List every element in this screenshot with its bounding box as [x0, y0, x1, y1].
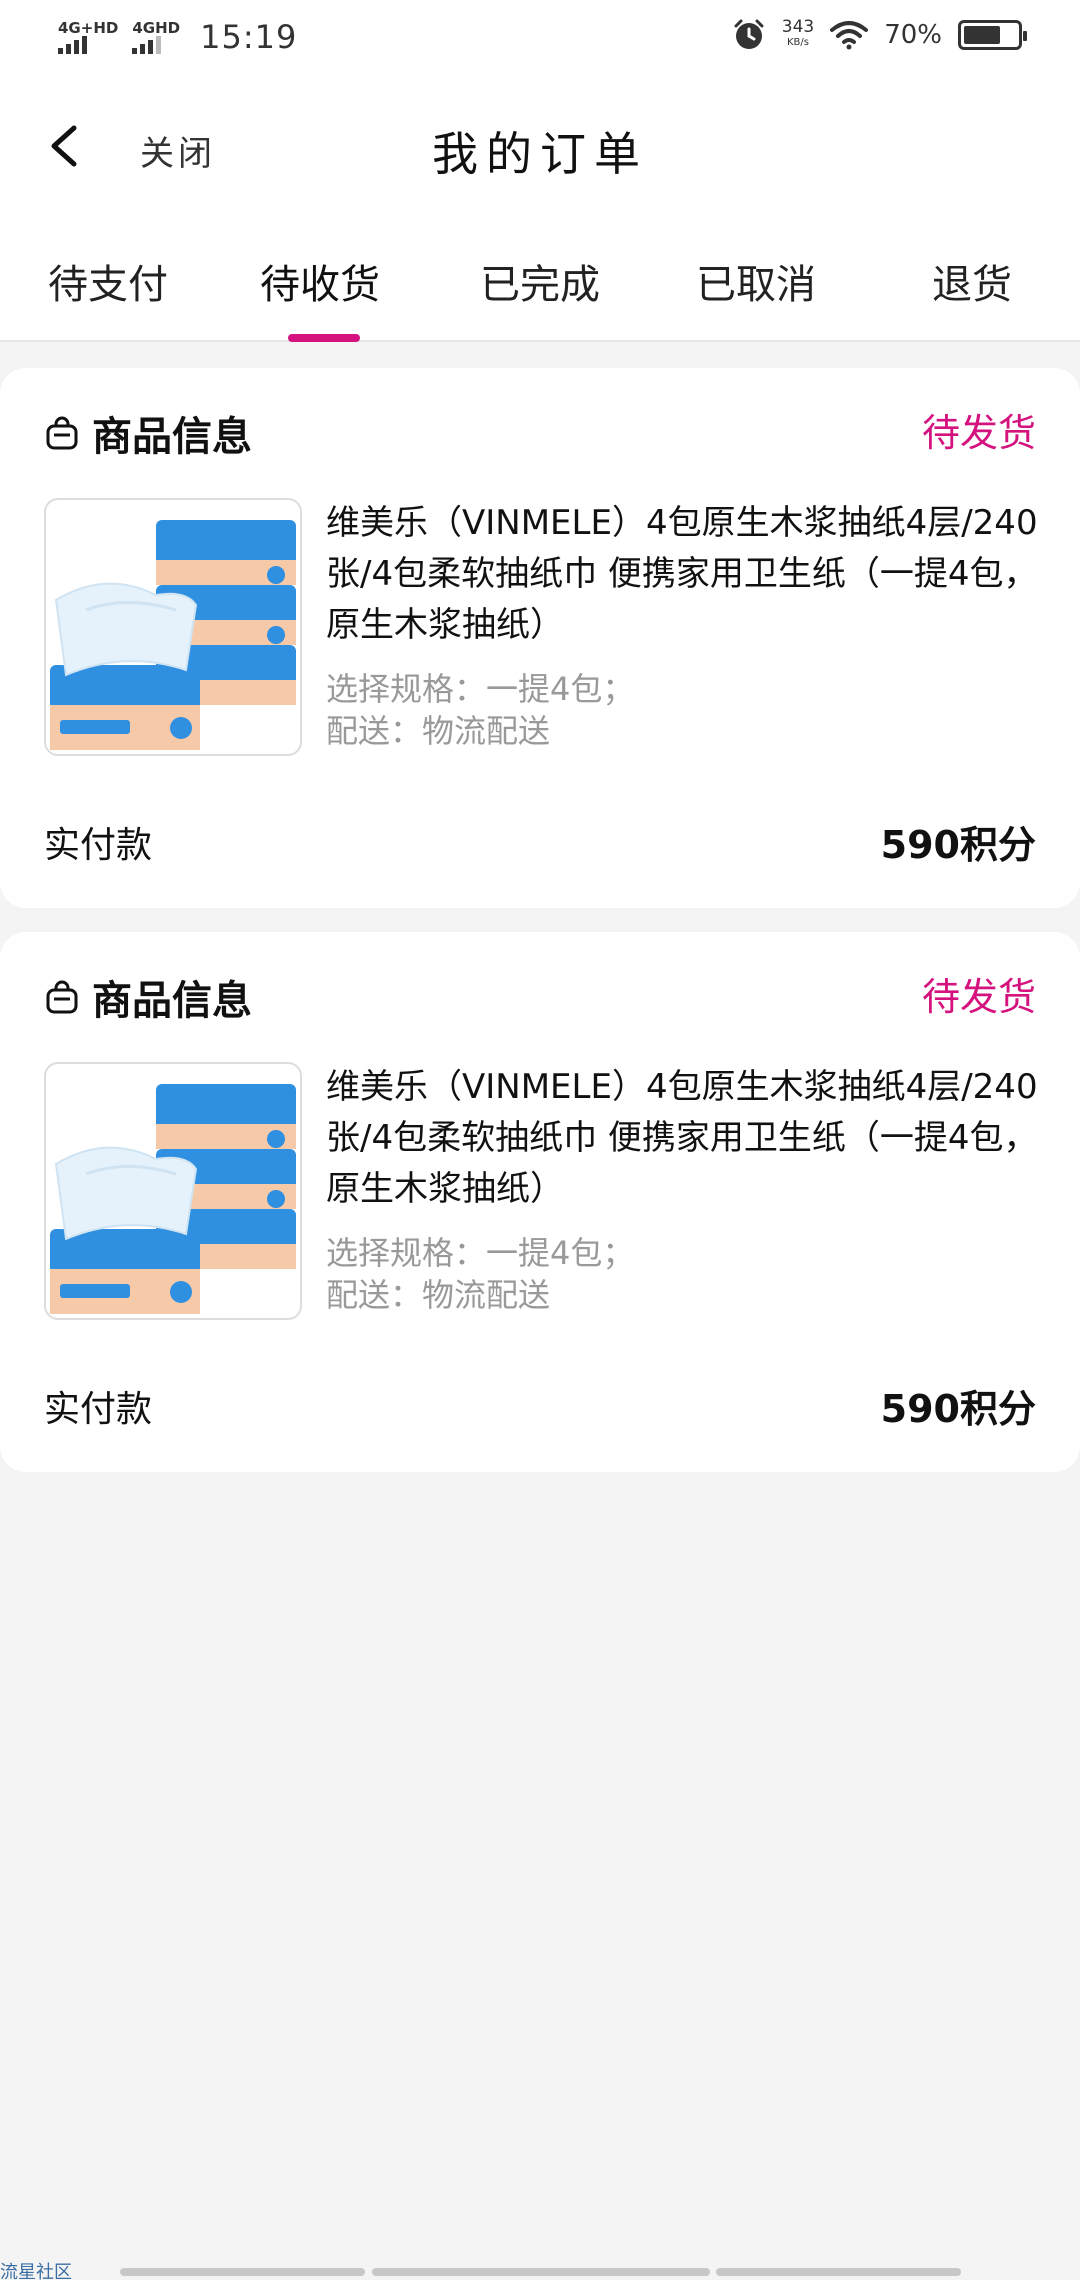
tissue-pack-image [50, 520, 296, 750]
net-speed-unit: KB/s [786, 37, 809, 48]
signal-2-label: 4GHD [132, 19, 181, 37]
tissue-pack-image [50, 1084, 296, 1314]
tab-pending-receipt[interactable]: 待收货 [260, 252, 380, 310]
card-header: 商品信息 [44, 404, 252, 462]
tab-completed[interactable]: 已完成 [480, 252, 600, 310]
signal-2: 4GHD [132, 20, 180, 54]
active-tab-indicator [288, 334, 360, 342]
status-right: 343 KB/s 70% [732, 18, 1027, 52]
product-name[interactable]: 维美乐（VINMELE）4包原生木浆抽纸4层/240张/4包柔软抽纸巾 便携家用… [326, 1062, 1046, 1215]
wifi-icon [830, 21, 869, 50]
shopping-bag-icon [46, 416, 78, 450]
page-title: 我的订单 [432, 127, 648, 181]
paid-value: 590积分 [880, 1387, 1036, 1431]
order-card[interactable]: 商品信息 待发货 维美乐（VINMELE）4包原生木浆抽纸4层/240张/4包柔… [0, 932, 1080, 1472]
net-speed-value: 343 [781, 17, 815, 37]
order-card[interactable]: 商品信息 待发货 维美乐（VINMELE）4包原生木浆抽纸4层/240张/4包柔… [0, 368, 1080, 908]
signal-bars-icon [132, 36, 162, 54]
shopping-bag-icon [46, 980, 78, 1014]
product-image[interactable] [44, 498, 302, 756]
nav-bar: 关闭 我的订单 [0, 80, 1080, 210]
net-speed: 343 KB/s [782, 19, 814, 51]
tab-returns[interactable]: 退货 [932, 252, 1012, 310]
order-status: 待发货 [921, 411, 1036, 455]
delivery-method: 配送：物流配送 [326, 1276, 551, 1314]
status-left: 4G+HD 4GHD 15:19 [58, 18, 297, 56]
product-image[interactable] [44, 1062, 302, 1320]
battery-percent: 70% [884, 20, 942, 50]
paid-label: 实付款 [44, 825, 153, 866]
signal-1: 4G+HD [58, 20, 118, 54]
gesture-bar[interactable] [716, 2268, 961, 2276]
card-title: 商品信息 [92, 414, 252, 460]
product-spec: 选择规格：一提4包； [326, 670, 635, 708]
product-spec: 选择规格：一提4包； [326, 1234, 635, 1272]
card-title: 商品信息 [92, 978, 252, 1024]
battery-icon [958, 20, 1027, 50]
order-tabs: 待支付 待收货 已完成 已取消 退货 [0, 210, 1080, 342]
gesture-bar[interactable] [120, 2268, 365, 2276]
clock: 15:19 [200, 18, 298, 56]
gesture-bar[interactable] [372, 2268, 710, 2276]
order-status: 待发货 [921, 975, 1036, 1019]
signal-1-label: 4G+HD [58, 19, 119, 37]
battery-fill [964, 26, 1001, 44]
delivery-method: 配送：物流配送 [326, 712, 551, 750]
alarm-icon [734, 19, 764, 49]
paid-label: 实付款 [44, 1389, 153, 1430]
watermark: 流星社区 [0, 2262, 72, 2280]
signal-bars-icon [58, 36, 87, 54]
product-name[interactable]: 维美乐（VINMELE）4包原生木浆抽纸4层/240张/4包柔软抽纸巾 便携家用… [326, 498, 1046, 651]
card-header: 商品信息 [44, 968, 252, 1026]
paid-value: 590积分 [880, 823, 1036, 867]
tab-pending-payment[interactable]: 待支付 [48, 252, 168, 310]
tab-cancelled[interactable]: 已取消 [696, 252, 816, 310]
status-bar: 4G+HD 4GHD 15:19 343 KB/s 70% [0, 0, 1080, 80]
